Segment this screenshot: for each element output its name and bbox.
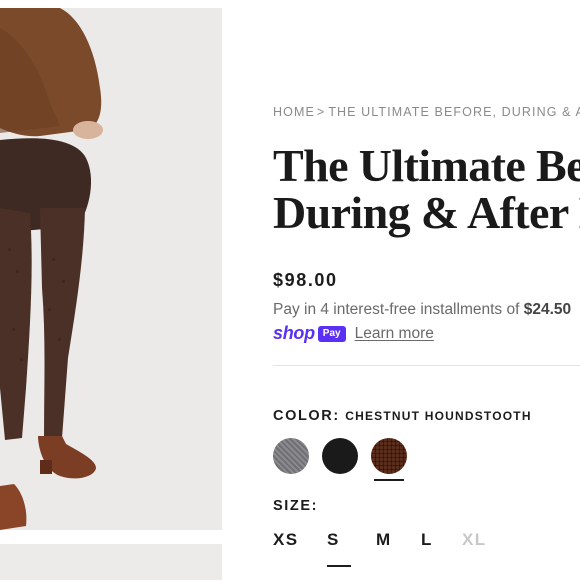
product-image[interactable] — [0, 8, 222, 530]
selected-swatch-indicator — [374, 479, 404, 481]
color-label: COLOR: — [273, 408, 340, 424]
swatch-black-circle — [322, 438, 358, 474]
shop-pay-logo: shop — [273, 323, 315, 343]
installments-amount: $24.50 — [523, 301, 572, 318]
breadcrumb-separator: > — [316, 105, 326, 119]
model-in-leggings-illustration — [0, 8, 222, 530]
size-option-s[interactable]: S — [327, 530, 376, 567]
product-title-line-1: The Ultimate Before, — [273, 140, 580, 191]
size-option-m[interactable]: M — [376, 530, 421, 550]
swatch-chestnut-houndstooth[interactable] — [371, 438, 420, 482]
learn-more-link[interactable]: Learn more — [355, 325, 434, 343]
installments-prefix: Pay in 4 interest-free installments of — [273, 301, 524, 318]
color-label-row: COLOR: CHESTNUT HOUNDSTOOTH — [273, 407, 532, 425]
product-image-secondary[interactable] — [0, 544, 222, 580]
product-price: $98.00 — [273, 270, 338, 290]
divider — [273, 365, 580, 366]
product-info: HOME>THE ULTIMATE BEFORE, DURING & AFTER… — [273, 0, 580, 580]
shop-pay-badge: Pay — [317, 325, 346, 342]
product-gallery — [0, 0, 222, 580]
shop-pay-row: shop Pay Learn more — [273, 323, 434, 344]
size-option-xl[interactable]: XL — [462, 530, 502, 550]
selected-color-name: CHESTNUT HOUNDSTOOTH — [345, 409, 532, 423]
swatch-gray-houndstooth[interactable] — [273, 438, 322, 482]
selected-size-indicator — [327, 565, 351, 567]
swatch-chestnut-houndstooth-circle — [371, 438, 407, 474]
size-option-s-label: S — [327, 530, 340, 549]
breadcrumb: HOME>THE ULTIMATE BEFORE, DURING & AFTER… — [273, 105, 580, 119]
size-option-l[interactable]: L — [421, 530, 462, 550]
swatch-gray-houndstooth-circle — [273, 438, 309, 474]
product-title-line-2: During & After Legging — [273, 187, 580, 238]
installments-text: Pay in 4 interest-free installments of $… — [273, 301, 571, 319]
breadcrumb-current: THE ULTIMATE BEFORE, DURING & AFTER LEGG… — [328, 105, 580, 119]
product-title: The Ultimate Before, During & After Legg… — [273, 142, 580, 236]
swatch-black[interactable] — [322, 438, 371, 482]
breadcrumb-home-link[interactable]: HOME — [273, 105, 315, 119]
size-label: SIZE: — [273, 498, 319, 514]
size-option-xs[interactable]: XS — [273, 530, 327, 550]
size-options: XS S M L XL — [273, 530, 502, 567]
color-swatches — [273, 438, 420, 482]
